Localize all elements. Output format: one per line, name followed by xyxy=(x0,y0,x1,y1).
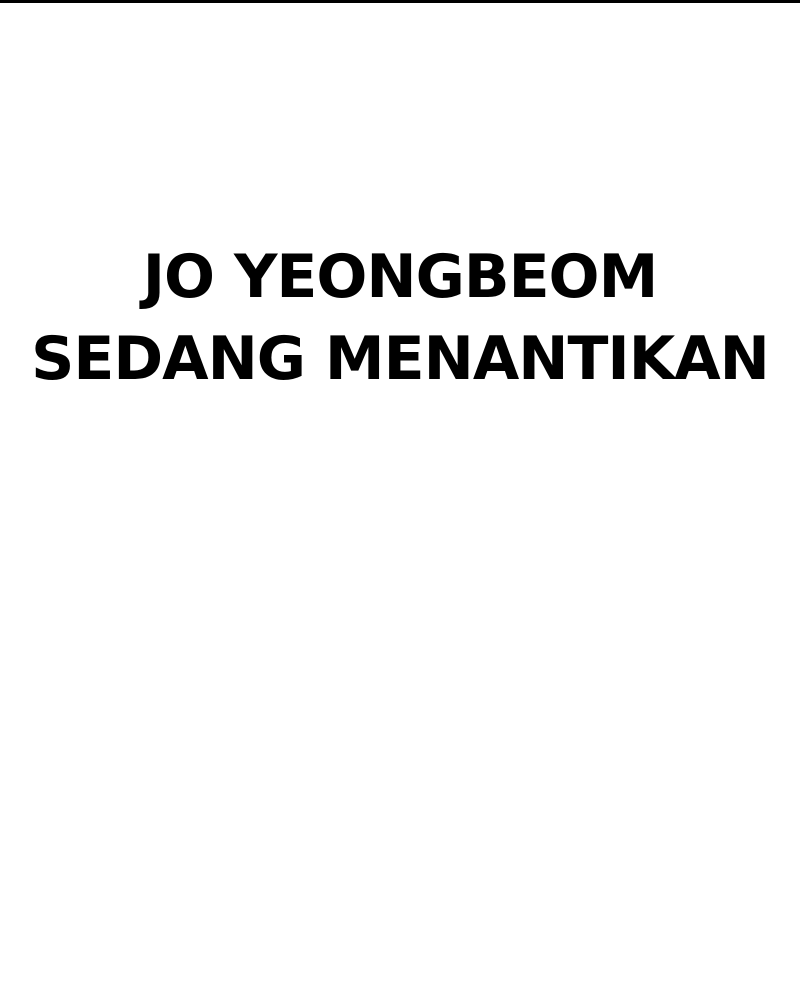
caption-line-2: SEDANG MENANTIKAN xyxy=(31,324,770,394)
comic-panel: JO YEONGBEOM SEDANG MENANTIKAN xyxy=(0,0,800,1000)
caption-line-1: JO YEONGBEOM xyxy=(142,242,659,312)
panel-top-border xyxy=(0,0,800,3)
caption-text: JO YEONGBEOM SEDANG MENANTIKAN xyxy=(0,236,800,400)
